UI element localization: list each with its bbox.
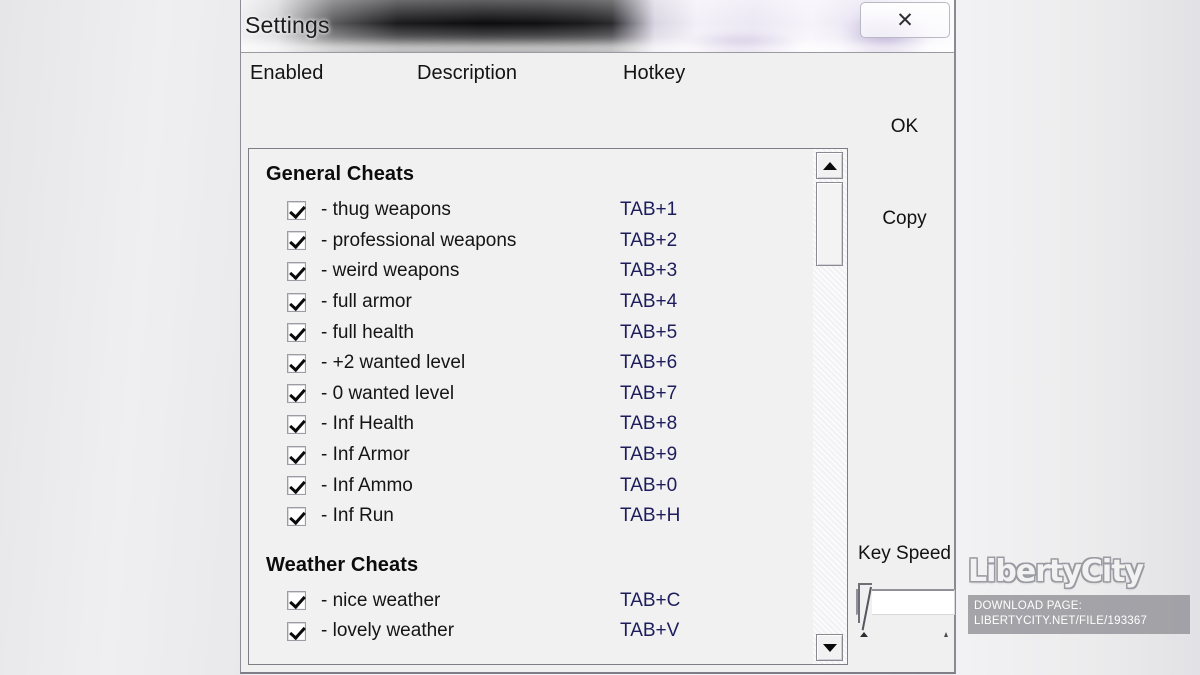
column-headers: Enabled Description Hotkey — [241, 53, 954, 91]
cheat-description: - Inf Run — [321, 505, 394, 527]
titlebar-glass-blob-1 — [681, 32, 801, 52]
watermark-bar: DOWNLOAD PAGE: LIBERTYCITY.NET/FILE/1933… — [968, 595, 1190, 635]
window-client-area: Enabled Description Hotkey General Cheat… — [241, 52, 955, 672]
list-vertical-scrollbar[interactable] — [813, 148, 848, 665]
cheat-row[interactable]: - Inf Health TAB+8 — [249, 409, 813, 440]
cheat-description: - +2 wanted level — [321, 352, 466, 374]
window-titlebar[interactable]: Settings ✕ — [241, 0, 954, 52]
chevron-up-icon — [822, 161, 837, 170]
watermark-line-1: DOWNLOAD PAGE: — [974, 600, 1083, 612]
column-header-enabled: Enabled — [250, 62, 324, 84]
cheat-checkbox[interactable] — [287, 591, 306, 611]
cheats-list: General Cheats - thug weapons TAB+1 - profe… — [249, 149, 813, 647]
cheat-checkbox[interactable] — [287, 384, 306, 404]
desktop-backdrop-left — [0, 0, 242, 675]
scroll-down-button[interactable] — [816, 634, 843, 661]
cheat-hotkey: TAB+V — [620, 620, 680, 642]
cheat-hotkey: TAB+H — [620, 505, 681, 527]
scroll-up-button[interactable] — [816, 152, 843, 179]
cheat-checkbox[interactable] — [287, 506, 306, 526]
cheat-checkbox[interactable] — [287, 445, 306, 465]
cheat-checkbox[interactable] — [287, 292, 306, 312]
cheat-row[interactable]: - Inf Run TAB+H — [249, 501, 813, 532]
cheat-hotkey: TAB+8 — [620, 413, 678, 435]
cheat-hotkey: TAB+4 — [620, 291, 678, 313]
cheat-checkbox[interactable] — [287, 323, 306, 343]
cheat-row[interactable]: - Inf Armor TAB+9 — [249, 440, 813, 471]
cheat-row[interactable]: - nice weather TAB+C — [249, 586, 813, 617]
watermark-line-2: LIBERTYCITY.NET/FILE/193367 — [974, 615, 1148, 628]
cheat-description: - Inf Health — [321, 413, 414, 435]
scrollbar-thumb[interactable] — [816, 182, 843, 266]
key-speed-slider[interactable] — [854, 577, 955, 637]
slider-tick-min — [860, 632, 868, 637]
cheat-row[interactable]: - lovely weather TAB+V — [249, 616, 813, 647]
cheat-checkbox[interactable] — [287, 231, 306, 251]
column-header-description: Description — [417, 62, 518, 84]
close-icon: ✕ — [896, 7, 914, 32]
cheat-hotkey: TAB+C — [620, 589, 681, 611]
chevron-down-icon — [822, 643, 837, 652]
key-speed-label: Key Speed — [858, 543, 951, 564]
slider-tick-max — [944, 632, 948, 637]
cheat-description: - 0 wanted level — [321, 382, 455, 404]
cheat-checkbox[interactable] — [287, 621, 306, 641]
cheat-hotkey: TAB+6 — [620, 352, 678, 374]
cheat-row[interactable]: - thug weapons TAB+1 — [249, 195, 813, 226]
cheat-row[interactable]: - Inf Ammo TAB+0 — [249, 470, 813, 501]
cheats-listbox[interactable]: General Cheats - thug weapons TAB+1 - profe… — [248, 148, 813, 665]
close-button[interactable]: ✕ — [860, 2, 950, 38]
side-panel: OK Copy Key Speed — [854, 53, 955, 672]
ok-button[interactable]: OK — [854, 116, 955, 138]
cheat-row[interactable]: - 0 wanted level TAB+7 — [249, 379, 813, 410]
cheat-description: - Inf Armor — [321, 444, 410, 466]
cheat-description: - full armor — [321, 291, 412, 313]
column-header-hotkey: Hotkey — [623, 62, 686, 84]
settings-window: Settings ✕ Enabled Description Hotkey Ge… — [240, 0, 956, 674]
cheat-description: - Inf Ammo — [321, 474, 413, 496]
cheat-hotkey: TAB+1 — [620, 199, 678, 221]
libertycity-logo: LibertyCity — [968, 554, 1144, 589]
cheat-checkbox[interactable] — [287, 476, 306, 496]
cheat-description: - professional weapons — [321, 229, 517, 251]
group-title: Weather Cheats — [266, 553, 419, 576]
cheat-row[interactable]: - full armor TAB+4 — [249, 287, 813, 318]
cheat-hotkey: TAB+9 — [620, 444, 678, 466]
cheat-row[interactable]: - +2 wanted level TAB+6 — [249, 348, 813, 379]
cheat-row[interactable]: - weird weapons TAB+3 — [249, 256, 813, 287]
group-title: General Cheats — [266, 163, 415, 185]
cheat-description: - nice weather — [321, 589, 441, 611]
cheat-description: - thug weapons — [321, 199, 451, 221]
cheat-hotkey: TAB+3 — [620, 260, 678, 282]
cheat-checkbox[interactable] — [287, 261, 306, 281]
cheat-description: - full health — [321, 321, 414, 343]
cheat-description: - lovely weather — [321, 620, 455, 642]
cheat-hotkey: TAB+0 — [620, 474, 678, 496]
cheat-description: - weird weapons — [321, 260, 460, 282]
cheat-hotkey: TAB+7 — [620, 382, 678, 404]
cheat-checkbox[interactable] — [287, 414, 306, 434]
cheat-hotkey: TAB+2 — [620, 229, 678, 251]
cheat-checkbox[interactable] — [287, 200, 306, 220]
copy-button[interactable]: Copy — [854, 208, 955, 230]
watermark: LibertyCity DOWNLOAD PAGE: LIBERTYCITY.N… — [968, 554, 1190, 635]
cheat-row[interactable]: - professional weapons TAB+2 — [249, 226, 813, 257]
window-title: Settings — [245, 12, 330, 38]
cheat-row[interactable]: - full health TAB+5 — [249, 317, 813, 348]
cheat-hotkey: TAB+5 — [620, 321, 678, 343]
cheat-checkbox[interactable] — [287, 353, 306, 373]
slider-thumb[interactable] — [858, 583, 872, 623]
